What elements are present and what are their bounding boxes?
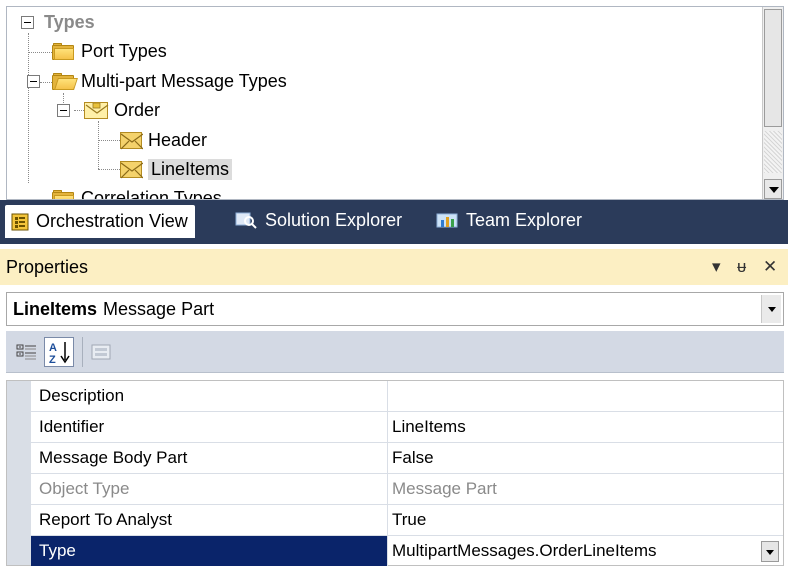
property-value[interactable]: MultipartMessages.OrderLineItems (389, 536, 783, 566)
tab-orchestration-view[interactable]: Orchestration View (5, 205, 195, 238)
property-value[interactable]: True (389, 505, 783, 535)
tree-item-order[interactable]: Order (57, 97, 160, 123)
tool-window-tabs: Orchestration View Solution Explorer Tea… (0, 200, 788, 244)
tree-item-header[interactable]: Header (120, 127, 207, 153)
tab-label: Solution Explorer (265, 209, 403, 230)
property-name: Message Body Part (31, 443, 388, 473)
properties-title: Properties (6, 256, 89, 277)
property-value[interactable]: False (389, 443, 783, 473)
categorized-icon[interactable] (12, 337, 42, 367)
property-name: Description (31, 381, 388, 411)
collapse-icon[interactable] (57, 103, 70, 117)
scrollbar-track[interactable] (764, 131, 782, 173)
properties-toolbar: AZ (6, 331, 784, 373)
property-name: Type (31, 536, 388, 566)
tree-connector (28, 52, 52, 53)
property-name: Object Type (31, 474, 388, 504)
property-row-report-to-analyst[interactable]: Report To Analyst True (31, 505, 783, 536)
folder-icon (52, 42, 74, 60)
properties-title-bar: Properties ▾ ᵾ ✕ (0, 249, 788, 285)
tree-connector (98, 121, 99, 169)
grid-gutter (7, 381, 31, 565)
tree-item-label: Header (148, 129, 208, 150)
message-part-icon (120, 131, 143, 149)
property-name: Report To Analyst (31, 505, 388, 535)
property-row-identifier[interactable]: Identifier LineItems (31, 412, 783, 443)
scroll-down-button[interactable] (764, 179, 782, 199)
pin-icon[interactable]: ᵾ (737, 257, 746, 277)
tab-solution-explorer[interactable]: Solution Explorer (234, 204, 402, 236)
orchestration-tree[interactable]: Types Port Types Multi-part Message Type… (6, 6, 784, 200)
tab-team-explorer[interactable]: Team Explorer (435, 204, 582, 236)
selected-object-name: LineItems (13, 298, 98, 319)
window-position-dropdown-icon[interactable]: ▾ (712, 257, 721, 277)
tree-item-types[interactable]: Types (21, 9, 95, 35)
open-folder-icon (52, 72, 78, 90)
property-name: Identifier (31, 412, 388, 442)
tree-item-label: Port Types (81, 40, 167, 61)
tree-item-correlation-types[interactable]: Correlation Types (52, 185, 222, 200)
collapse-icon[interactable] (21, 15, 34, 29)
tree-item-multipart-message-types[interactable]: Multi-part Message Types (27, 68, 287, 94)
tree-item-lineitems[interactable]: LineItems (120, 156, 233, 182)
property-row-description[interactable]: Description (31, 381, 783, 412)
property-pages-icon[interactable] (82, 337, 112, 367)
property-grid: Description Identifier LineItems Message… (6, 380, 784, 566)
folder-icon (52, 189, 74, 199)
close-icon[interactable]: ✕ (763, 257, 777, 277)
tree-item-label: LineItems (148, 158, 233, 180)
tree-item-label: Correlation Types (81, 187, 222, 200)
svg-text:A: A (49, 342, 57, 354)
tab-label: Orchestration View (36, 211, 188, 231)
tree-scrollbar[interactable] (762, 7, 783, 199)
property-row-message-body-part[interactable]: Message Body Part False (31, 443, 783, 474)
tree-item-label: Order (114, 99, 161, 120)
tree-item-label: Multi-part Message Types (81, 70, 287, 91)
property-value: Message Part (392, 479, 497, 498)
tree-connector (98, 169, 120, 170)
multipart-message-icon (84, 101, 109, 119)
tree-item-port-types[interactable]: Port Types (52, 38, 167, 64)
property-value[interactable] (389, 381, 783, 411)
message-part-icon (120, 160, 143, 178)
property-row-type[interactable]: Type MultipartMessages.OrderLineItems (31, 536, 783, 567)
property-row-object-type[interactable]: Object Type Message Part (31, 474, 783, 505)
object-selector[interactable]: LineItems Message Part (6, 292, 784, 326)
tree-connector (28, 33, 29, 183)
team-explorer-icon (435, 211, 459, 229)
tree-item-label: Types (44, 11, 95, 32)
collapse-icon[interactable] (27, 74, 40, 88)
chevron-down-icon[interactable] (761, 541, 779, 562)
alphabetical-sort-icon[interactable]: AZ (44, 337, 74, 367)
scrollbar-thumb[interactable] (764, 9, 782, 127)
property-value[interactable]: LineItems (389, 412, 783, 442)
selected-object-type: Message Part (103, 298, 215, 319)
tab-label: Team Explorer (466, 209, 583, 230)
svg-text:Z: Z (49, 354, 56, 366)
orchestration-view-icon (11, 213, 29, 231)
tree-connector (98, 140, 120, 141)
solution-explorer-icon (234, 211, 258, 229)
chevron-down-icon[interactable] (761, 295, 781, 323)
